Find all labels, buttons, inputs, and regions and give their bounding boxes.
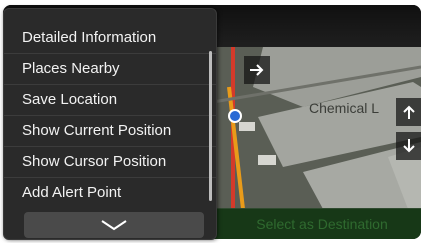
select-as-destination-button[interactable]: Select as Destination bbox=[223, 209, 421, 239]
arrow-down-icon bbox=[403, 139, 415, 153]
navigation-device: Chemical L Select as Destination Detaile… bbox=[0, 0, 425, 243]
zoom-out-button[interactable] bbox=[396, 132, 421, 160]
arrow-right-icon bbox=[250, 64, 264, 76]
menu-item-show-cursor-position[interactable]: Show Cursor Position bbox=[4, 147, 216, 178]
map-building bbox=[239, 122, 255, 131]
menu-list: Detailed Information Places Nearby Save … bbox=[4, 23, 216, 208]
menu-item-detailed-information[interactable]: Detailed Information bbox=[4, 23, 216, 54]
menu-item-add-alert-point[interactable]: Add Alert Point bbox=[4, 178, 216, 208]
menu-scrollbar[interactable] bbox=[209, 51, 212, 201]
cursor-marker bbox=[228, 109, 242, 123]
zoom-in-button[interactable] bbox=[396, 98, 421, 126]
menu-item-places-nearby[interactable]: Places Nearby bbox=[4, 54, 216, 85]
arrow-up-icon bbox=[403, 105, 415, 119]
street-label: Chemical L bbox=[309, 100, 380, 116]
menu-item-save-location[interactable]: Save Location bbox=[4, 85, 216, 116]
context-menu: Detailed Information Places Nearby Save … bbox=[3, 8, 217, 240]
map-building bbox=[258, 155, 276, 165]
chevron-down-icon bbox=[101, 220, 127, 231]
menu-item-show-current-position[interactable]: Show Current Position bbox=[4, 116, 216, 147]
menu-scroll-down-button[interactable] bbox=[24, 212, 204, 238]
forward-button[interactable] bbox=[244, 56, 270, 84]
